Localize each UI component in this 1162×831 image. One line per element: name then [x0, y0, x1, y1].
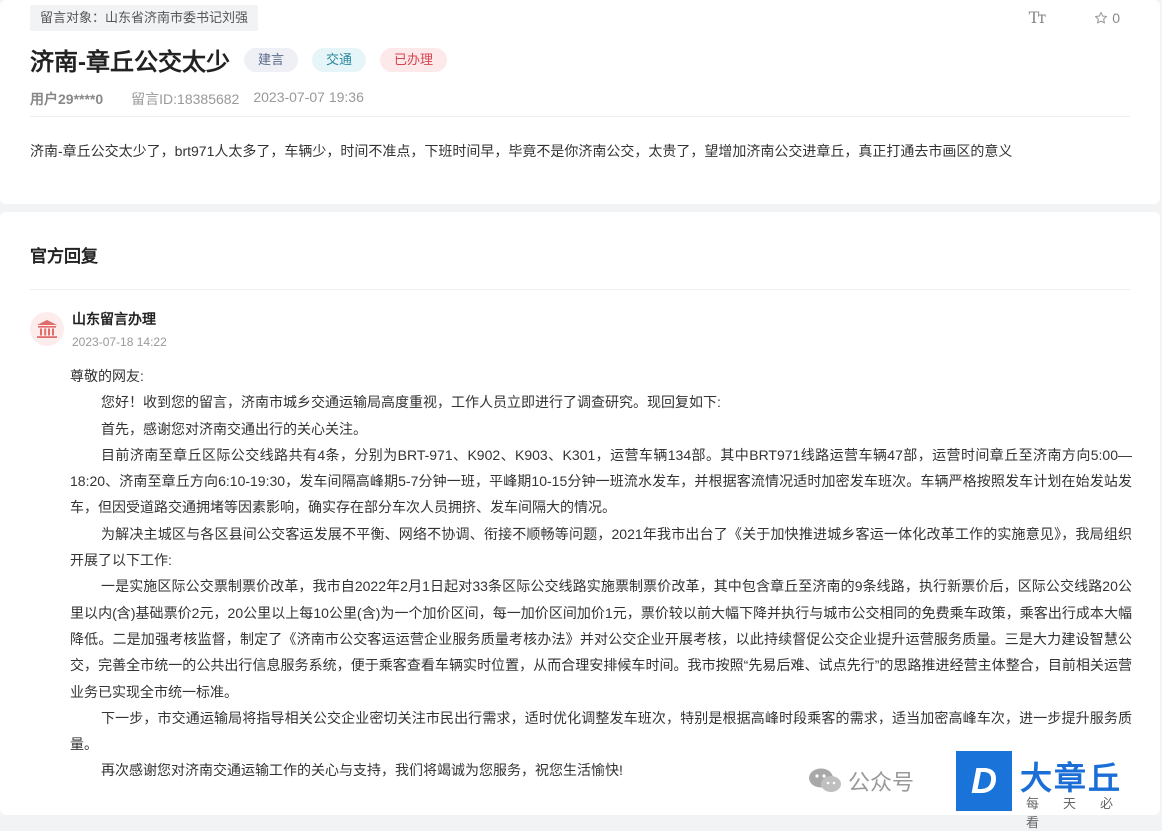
reply-time: 2023-07-18 14:22	[72, 335, 167, 349]
government-building-icon	[30, 312, 64, 346]
reply-org: 山东留言办理 2023-07-18 14:22	[30, 309, 167, 349]
brand-logo: D	[956, 751, 1012, 811]
star-icon	[1095, 11, 1108, 23]
watermark: 公众号 D 大章丘 每天必看	[808, 751, 1158, 830]
like-button[interactable]: 0	[1094, 10, 1120, 26]
reply-section-title: 官方回复	[30, 247, 98, 266]
reply-paragraph: 为解决主城区与各区县间公交客运发展不平衡、网络不协调、衔接不顺畅等问题，2021…	[70, 525, 1132, 569]
font-size-icon[interactable]: Tт	[1029, 8, 1046, 27]
brand-slogan: 每天必看	[1026, 796, 1138, 830]
tag-traffic: 交通	[312, 47, 367, 72]
title-row: 济南-章丘公交太少 建言 交通 已办理	[30, 42, 461, 77]
reply-paragraph: 您好！收到您的留言，济南市城乡交通运输局高度重视，工作人员立即进行了调查研究。现…	[101, 394, 721, 411]
post-tools: Tт 0	[1029, 8, 1120, 27]
wechat-icon	[809, 768, 841, 792]
reply-body: 尊敬的网友: 您好！收到您的留言，济南市城乡交通运输局高度重视，工作人员立即进行…	[70, 363, 1132, 784]
divider	[30, 289, 1130, 290]
reply-paragraph: 尊敬的网友:	[70, 368, 144, 384]
post-card: 留言对象：山东省济南市委书记刘强 Tт 0 济南-章丘公交太少 建言 交通 已办…	[0, 0, 1160, 204]
reply-card: 官方回复 山东留言办理 2023-07-18 14:22 尊敬的网友: 您好！收…	[0, 212, 1160, 815]
wechat-watermark: 公众号	[808, 765, 914, 797]
tag-suggestion: 建言	[244, 47, 299, 72]
status-badge: 已办理	[380, 47, 448, 72]
post-id: 留言ID:18385682	[131, 91, 240, 107]
post-content: 济南-章丘公交太少了，brt971人太多了，车辆少，时间不准点，下班时间早，毕竟…	[30, 143, 1013, 159]
post-meta: 用户29****0 留言ID:18385682 2023-07-07 19:36	[30, 89, 364, 109]
post-user: 用户29****0	[30, 91, 104, 107]
message-target: 留言对象：山东省济南市委书记刘强	[30, 5, 259, 31]
wechat-text: 公众号	[848, 770, 915, 795]
reply-paragraph: 目前济南至章丘区际公交线路共有4条，分别为BRT-971、K902、K903、K…	[70, 446, 1132, 516]
org-name: 山东留言办理	[72, 311, 156, 327]
page-title: 济南-章丘公交太少	[30, 49, 230, 76]
reply-paragraph: 一是实施区际公交票制票价改革，我市自2022年2月1日起对33条区际公交线路实施…	[70, 578, 1132, 700]
like-count: 0	[1112, 9, 1120, 26]
post-time: 2023-07-07 19:36	[253, 89, 364, 105]
reply-paragraph: 下一步，市交通运输局将指导相关公交企业密切关注市民出行需求，适时优化调整发车班次…	[70, 709, 1132, 753]
reply-paragraph: 首先，感谢您对济南交通出行的关心关注。	[101, 420, 367, 437]
divider	[30, 116, 1130, 117]
